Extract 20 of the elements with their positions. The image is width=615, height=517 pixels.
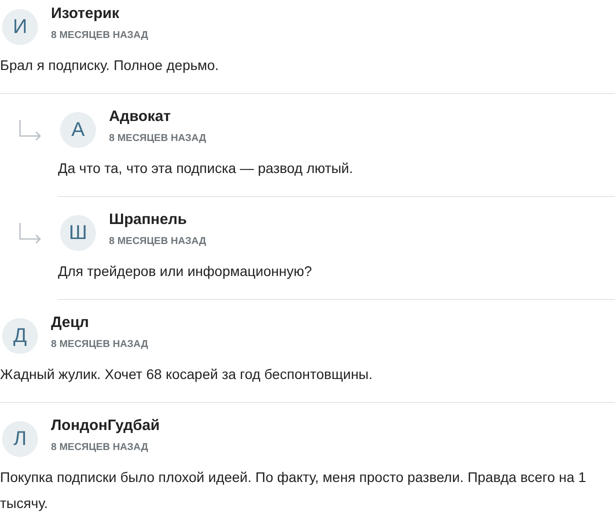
author-name[interactable]: Шрапнель [109, 210, 206, 230]
comment-text: Для трейдеров или информационную? [58, 262, 313, 281]
comment-time: 8 МЕСЯЦЕВ НАЗАД [109, 133, 206, 145]
avatar: А [60, 112, 96, 148]
comment-time: 8 МЕСЯЦЕВ НАЗАД [51, 442, 150, 454]
avatar: Ш [60, 215, 96, 251]
comment-text: Покупка подписки было плохой идеей. По факту, меня просто развели. Правда всего на 1 тысячу. [0, 468, 588, 513]
comment-text: Да что та, что эта подписка — развод лютый. [58, 159, 354, 178]
author-name[interactable]: Изотерик [51, 4, 148, 24]
avatar: Д [2, 318, 38, 354]
avatar: Л [2, 421, 38, 457]
author-name[interactable]: Децл [51, 313, 148, 333]
comment-time: 8 МЕСЯЦЕВ НАЗАД [109, 236, 206, 248]
comment-time: 8 МЕСЯЦЕВ НАЗАД [51, 30, 148, 42]
author-name[interactable]: Адвокат [109, 107, 206, 127]
comment-text: Брал я подписку. Полное дерьмо. [0, 56, 220, 75]
comment-text: Жадный жулик. Хочет 68 косарей за год беспонтовщины. [0, 365, 374, 384]
avatar: И [2, 9, 38, 45]
author-name[interactable]: ЛондонГудбай [51, 416, 160, 436]
comment-time: 8 МЕСЯЦЕВ НАЗАД [51, 339, 148, 351]
